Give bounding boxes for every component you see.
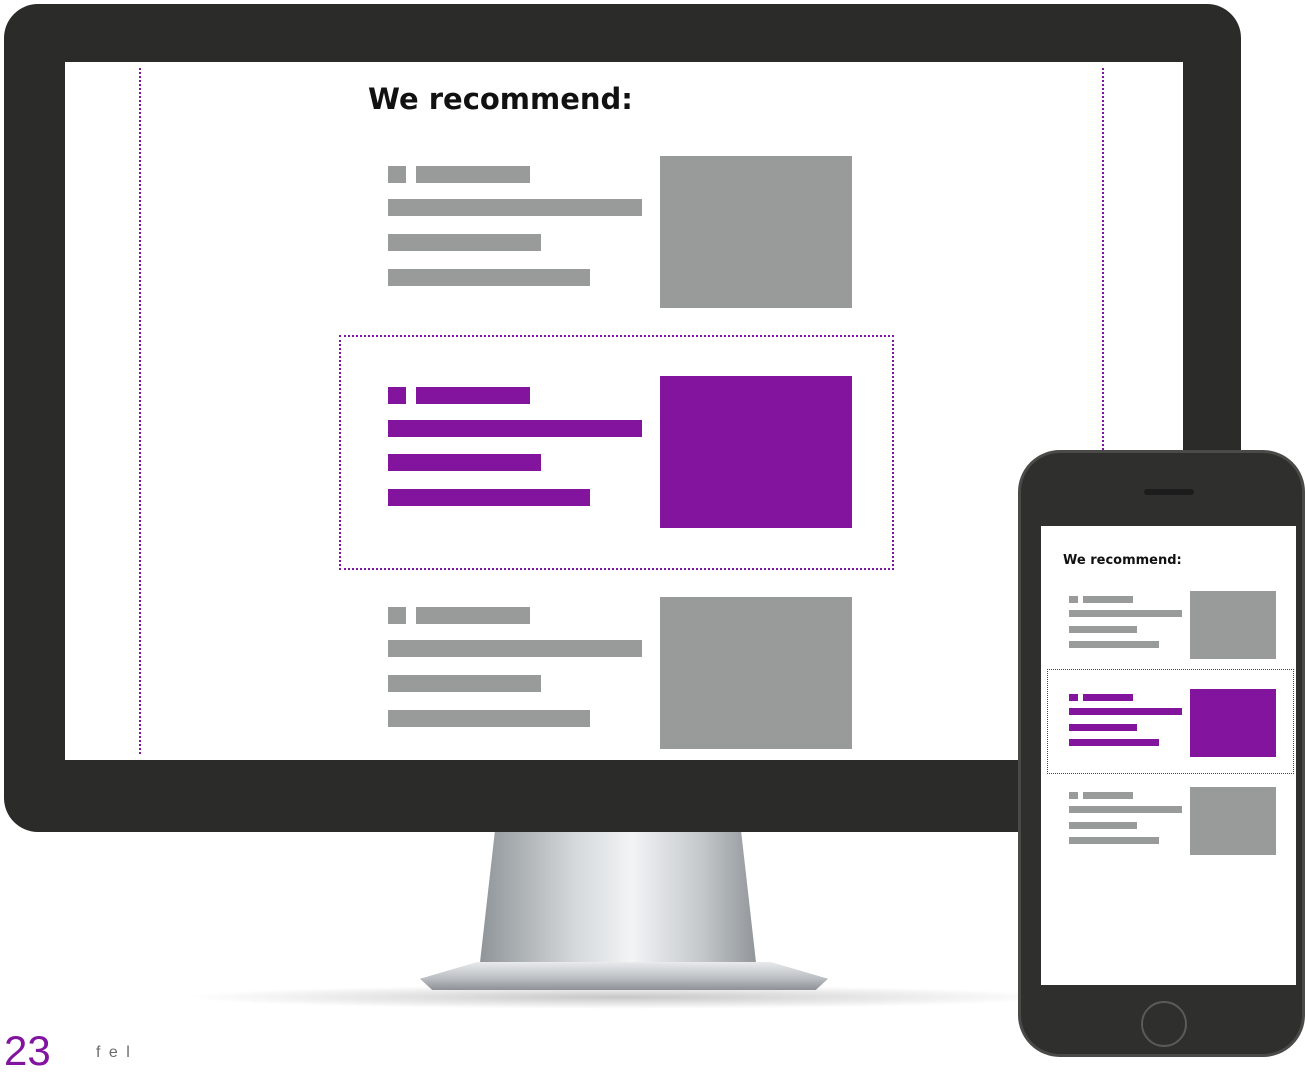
card-text-placeholder (1069, 724, 1137, 731)
footer-label: f e l (96, 1044, 132, 1061)
left-guide-line (139, 68, 141, 754)
card-title-placeholder (1069, 708, 1182, 715)
card-image-placeholder (1190, 689, 1276, 757)
card-icon-placeholder (1069, 792, 1078, 799)
card-tag-placeholder (1083, 792, 1133, 799)
card-tag-placeholder (416, 607, 530, 624)
card-text-placeholder (1069, 641, 1159, 648)
page-number: 23 (4, 1027, 51, 1074)
card-image-placeholder (1190, 787, 1276, 855)
card-icon-placeholder (388, 166, 406, 183)
monitor-stand-base (420, 962, 828, 990)
card-tag-placeholder (1083, 596, 1133, 603)
card-tag-placeholder (416, 387, 530, 404)
card-text-placeholder (388, 489, 590, 506)
card-text-placeholder (1069, 626, 1137, 633)
mobile-screen: We recommend: (1041, 526, 1296, 985)
card-image-placeholder (1190, 591, 1276, 659)
card-title-placeholder (1069, 610, 1182, 617)
card-tag-placeholder (416, 166, 530, 183)
phone-home-button (1141, 1001, 1187, 1047)
card-icon-placeholder (388, 387, 406, 404)
recommend-heading: We recommend: (368, 82, 633, 116)
card-tag-placeholder (1083, 694, 1133, 701)
card-icon-placeholder (388, 607, 406, 624)
card-text-placeholder (388, 675, 541, 692)
card-icon-placeholder (1069, 694, 1078, 701)
card-title-placeholder (388, 640, 642, 657)
card-title-placeholder (1069, 806, 1182, 813)
desktop-screen: We recommend: (65, 62, 1183, 760)
card-text-placeholder (388, 454, 541, 471)
card-image-placeholder (660, 376, 852, 528)
card-text-placeholder (1069, 822, 1137, 829)
card-image-placeholder (660, 597, 852, 749)
card-text-placeholder (1069, 837, 1159, 844)
card-title-placeholder (388, 199, 642, 216)
phone-speaker (1144, 489, 1194, 495)
monitor-stand-neck (478, 832, 758, 980)
card-icon-placeholder (1069, 596, 1078, 603)
card-text-placeholder (1069, 739, 1159, 746)
card-text-placeholder (388, 234, 541, 251)
card-text-placeholder (388, 269, 590, 286)
mobile-recommend-heading: We recommend: (1063, 553, 1182, 568)
card-image-placeholder (660, 156, 852, 308)
card-title-placeholder (388, 420, 642, 437)
card-text-placeholder (388, 710, 590, 727)
